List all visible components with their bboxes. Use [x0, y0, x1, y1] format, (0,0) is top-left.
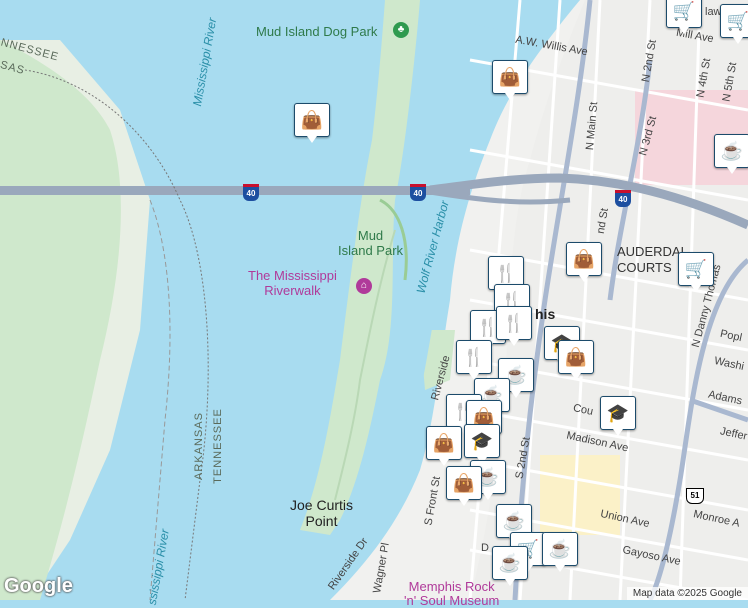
- tennessee-label: TENNESSEE: [211, 408, 224, 484]
- shopping-pin[interactable]: 👜: [566, 242, 602, 282]
- shopping-pin[interactable]: 👜: [446, 466, 482, 506]
- shopping-bag-icon: 👜: [498, 66, 522, 87]
- shopping-pin[interactable]: 👜: [492, 60, 528, 100]
- memphis-label: his: [535, 306, 556, 322]
- museum-icon: ⌂: [356, 278, 372, 294]
- mud-island-park-label: Mud Island Park: [338, 228, 404, 258]
- shopping-bag-icon: 👜: [452, 472, 476, 493]
- grocery-pin[interactable]: 🛒: [678, 252, 714, 292]
- restaurant-icon: 🍴: [462, 346, 486, 367]
- arkansas-label: ARKANSAS: [192, 412, 205, 480]
- cafe-icon: ☕: [498, 552, 522, 573]
- cafe-icon: ☕: [548, 538, 572, 559]
- grocery-cart-icon: 🛒: [684, 258, 708, 279]
- i40-shield-east: 40: [615, 190, 631, 207]
- shopping-bag-icon: 👜: [432, 432, 456, 453]
- grocery-pin[interactable]: 🛒: [720, 4, 748, 44]
- school-icon: 🎓: [470, 430, 494, 451]
- shopping-pin[interactable]: 👜: [294, 103, 330, 143]
- restaurant-pin[interactable]: 🍴: [456, 340, 492, 380]
- cafe-pin[interactable]: ☕: [714, 134, 748, 174]
- grocery-cart-icon: 🛒: [672, 0, 696, 21]
- shopping-bag-icon: 👜: [564, 346, 588, 367]
- cafe-pin[interactable]: ☕: [492, 546, 528, 586]
- riverwalk-label: The Mississippi Riverwalk: [248, 268, 337, 298]
- google-logo[interactable]: Google: [4, 575, 73, 598]
- shopping-pin[interactable]: 👜: [558, 340, 594, 380]
- shopping-bag-icon: 👜: [300, 109, 324, 130]
- park-icon: ♣: [393, 22, 409, 38]
- joe-curtis-point-label: Joe Curtis Point: [290, 497, 354, 529]
- map-canvas[interactable]: [0, 0, 748, 600]
- street-d: D: [481, 542, 489, 554]
- rock-n-soul-label: Memphis Rock 'n' Soul Museum: [404, 579, 500, 608]
- i40-shield-bridge: 40: [243, 184, 259, 201]
- cafe-icon: ☕: [720, 140, 744, 161]
- restaurant-pin[interactable]: 🍴: [496, 306, 532, 346]
- school-icon: 🎓: [606, 402, 630, 423]
- school-pin[interactable]: 🎓: [464, 424, 500, 464]
- shopping-bag-icon: 👜: [572, 248, 596, 269]
- map-attribution[interactable]: Map data ©2025 Google: [626, 587, 748, 600]
- grocery-cart-icon: 🛒: [726, 10, 748, 31]
- us51-shield: 51: [686, 488, 704, 504]
- shopping-pin[interactable]: 👜: [426, 426, 462, 466]
- grocery-pin[interactable]: 🛒: [666, 0, 702, 34]
- cafe-icon: ☕: [502, 510, 526, 531]
- cafe-pin[interactable]: ☕: [542, 532, 578, 572]
- i40-shield-harbor: 40: [410, 184, 426, 201]
- dog-park-label: Mud Island Dog Park: [256, 24, 378, 39]
- school-pin[interactable]: 🎓: [600, 396, 636, 436]
- restaurant-icon: 🍴: [502, 312, 526, 333]
- restaurant-icon: 🍴: [494, 262, 518, 283]
